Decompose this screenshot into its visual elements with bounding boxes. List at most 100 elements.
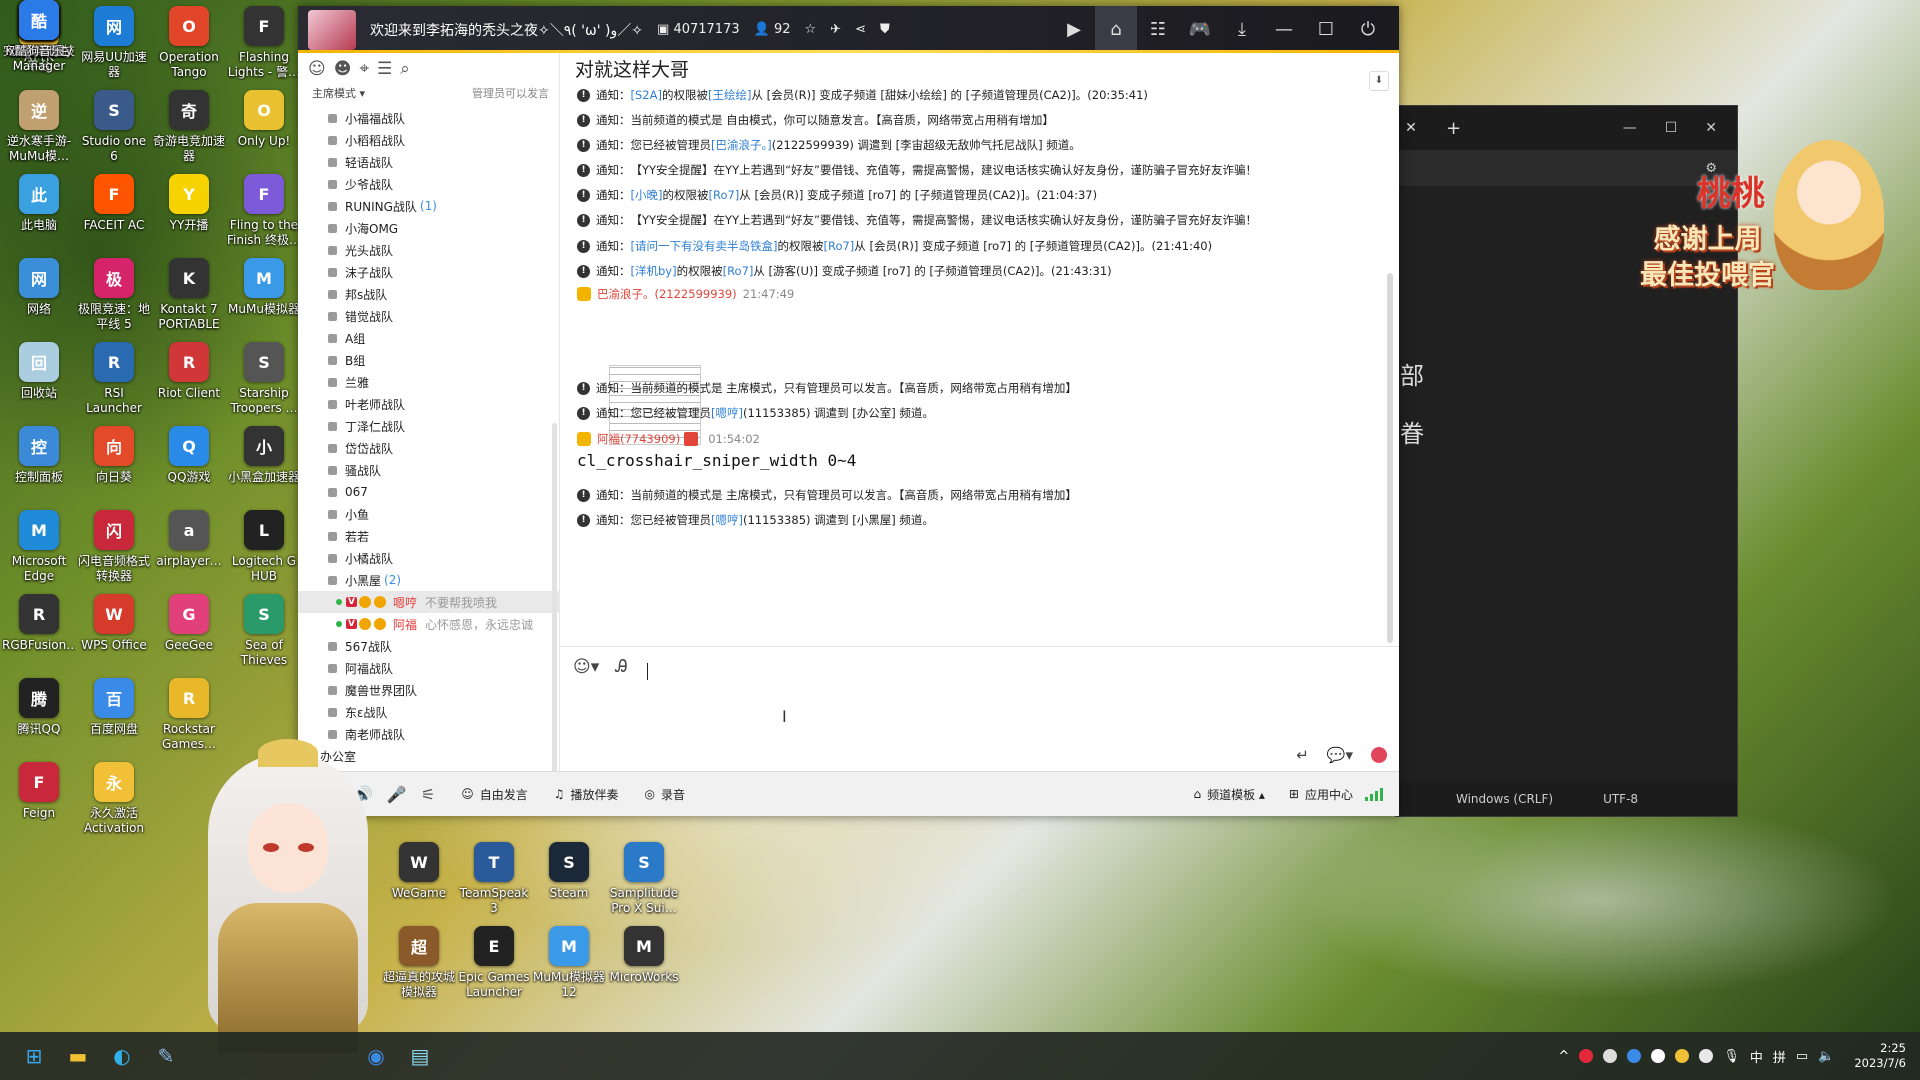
desktop-shortcut[interactable]: E Epic Games Launcher <box>457 926 531 1000</box>
play-music-button[interactable]: ♫ 播放伴奏 <box>554 786 619 803</box>
search-icon[interactable]: ⌕ <box>400 59 410 79</box>
channel-item[interactable]: 小橘战队 <box>298 547 559 569</box>
desktop-shortcut[interactable]: Q QQ游戏 <box>152 426 226 485</box>
desktop-shortcut[interactable]: 百百度网盘 <box>77 678 151 737</box>
channel-item[interactable]: 邦s战队 <box>298 283 559 305</box>
desktop-shortcut[interactable]: 小小黑盒加速器 <box>227 426 301 485</box>
minimize-button[interactable]: — <box>1623 120 1637 136</box>
channel-item[interactable]: 岱岱战队 <box>298 437 559 459</box>
mode-dropdown[interactable]: 主席模式 ▾ <box>312 85 365 107</box>
network-icon[interactable]: ▭ <box>1796 1049 1808 1064</box>
desktop-shortcut[interactable]: R RGBFusion… <box>2 594 76 653</box>
channel-item[interactable]: 轻语战队 <box>298 151 559 173</box>
user-link[interactable]: [请问一下有没有卖半岛铁盒] <box>631 238 778 254</box>
channel-item[interactable]: 错觉战队 <box>298 305 559 327</box>
admin-link[interactable]: [Ro7] <box>823 239 854 253</box>
desktop-shortcut[interactable]: M MicroWorks <box>607 926 681 985</box>
pinned-app-icon[interactable]: ◉ <box>356 1036 396 1076</box>
encoding-status[interactable]: UTF-8 <box>1603 792 1638 806</box>
channel-item[interactable]: 067 <box>298 481 559 503</box>
desktop-shortcut[interactable]: 此此电脑 <box>2 174 76 233</box>
user-icon[interactable]: ☺ <box>308 59 326 79</box>
admin-link[interactable]: [嗯哼] <box>711 405 743 421</box>
desktop-shortcut[interactable]: O Operation Tango <box>152 6 226 80</box>
desktop-shortcut[interactable]: F Flashing Lights - 警… <box>227 6 301 80</box>
admin-link[interactable]: [嗯哼] <box>711 512 743 528</box>
desktop-shortcut[interactable]: 逆逆水寒手游-MuMu模… <box>2 90 76 164</box>
new-tab-button[interactable]: + <box>1446 118 1461 139</box>
desktop-shortcut[interactable]: R Riot Client <box>152 342 226 401</box>
tray-app-icon[interactable] <box>1699 1049 1714 1063</box>
tray-app-icon[interactable] <box>1627 1049 1642 1063</box>
microphone-icon[interactable]: 🎤 <box>387 785 407 804</box>
channel-item[interactable]: 小鱼 <box>298 503 559 525</box>
clock[interactable]: 2:25 2023/7/6 <box>1854 1041 1906 1071</box>
desktop-shortcut[interactable]: 超超逼真的攻城模拟器 <box>382 926 456 1000</box>
message-sender[interactable]: 阿福(7743909) <box>597 431 680 447</box>
star-icon[interactable]: ☆ <box>805 22 817 37</box>
channel-item[interactable]: 小福福战队 <box>298 107 559 129</box>
scroll-to-bottom-button[interactable]: ⬇ <box>1369 71 1389 91</box>
desktop-shortcut[interactable]: 网网易UU加速器 <box>77 6 151 80</box>
download-icon[interactable]: ⤓ <box>1221 19 1263 40</box>
desktop-shortcut[interactable]: F Feign <box>2 762 76 821</box>
channel-logo[interactable] <box>308 9 356 50</box>
message-input-area[interactable]: ☺▾ Ꭿ I ↵ 💬▾ <box>561 646 1399 770</box>
channel-item[interactable]: 小稻稻战队 <box>298 129 559 151</box>
desktop-shortcut[interactable]: W WPS Office <box>77 594 151 653</box>
desktop-shortcut[interactable]: 网网络 <box>2 258 76 317</box>
user-link[interactable]: [洋机by] <box>631 263 677 279</box>
channel-item[interactable]: 兰雅 <box>298 371 559 393</box>
chevron-up-icon[interactable]: ^ <box>1558 1049 1569 1064</box>
channel-item[interactable]: 沫子战队 <box>298 261 559 283</box>
ime-mode-indicator[interactable]: 拼 <box>1773 1047 1786 1066</box>
notepad-icon[interactable]: ▤ <box>400 1036 440 1076</box>
channel-item[interactable]: RUNING战队 (1) <box>298 195 559 217</box>
desktop-shortcut[interactable]: R RSI Launcher <box>77 342 151 416</box>
pinned-app-icon[interactable]: ✎ <box>146 1036 186 1076</box>
tray-app-icon[interactable] <box>1651 1049 1666 1063</box>
enter-send-icon[interactable]: ↵ <box>1296 746 1309 764</box>
desktop-shortcut[interactable]: M MuMu模拟器12 <box>532 926 606 1000</box>
tab-close-icon[interactable]: ✕ <box>1396 120 1426 136</box>
desktop-shortcut[interactable]: T TeamSpeak 3 <box>457 842 531 916</box>
edge-icon[interactable]: ◐ <box>102 1036 142 1076</box>
friends-icon[interactable]: ☻ <box>334 59 352 79</box>
desktop-shortcut[interactable]: S Sea of Thieves <box>227 594 301 668</box>
tray-app-icon[interactable] <box>1675 1049 1690 1063</box>
channel-item[interactable]: 光头战队 <box>298 239 559 261</box>
desktop-shortcut[interactable]: M MuMu模拟器 <box>227 258 301 317</box>
desktop-shortcut[interactable]: 回回收站 <box>2 342 76 401</box>
desktop-shortcut[interactable]: S Samplitude Pro X Sui… <box>607 842 681 916</box>
desktop-shortcut[interactable]: W WeGame <box>382 842 456 901</box>
desktop-shortcut[interactable]: M Microsoft Edge <box>2 510 76 584</box>
channel-item[interactable]: 骚战队 <box>298 459 559 481</box>
user-link[interactable]: [小晚] <box>631 187 663 203</box>
admin-link[interactable]: [王绘绘] <box>708 87 751 103</box>
shield-icon[interactable]: ⛊ <box>880 22 890 37</box>
yy-window[interactable]: 欢迎来到李拓海的秃头之夜✧＼٩( 'ω' )و／✧ ▣ 40717173 👤 9… <box>298 6 1399 816</box>
channel-item[interactable]: 魔兽世界团队 <box>298 679 559 701</box>
channel-item[interactable]: A组 <box>298 327 559 349</box>
ime-language-indicator[interactable]: 中 <box>1750 1047 1763 1066</box>
audio-settings-icon[interactable]: ⚟ <box>421 785 435 804</box>
channel-item[interactable]: 小海OMG <box>298 217 559 239</box>
desktop-shortcut[interactable]: 腾腾讯QQ <box>2 678 76 737</box>
notes-icon[interactable]: ☰ <box>377 59 392 79</box>
desktop-shortcut[interactable]: O Only Up! <box>227 90 301 149</box>
video-icon[interactable]: ▶ <box>1053 19 1095 40</box>
channel-item[interactable]: 叶老师战队 <box>298 393 559 415</box>
tray-app-icon[interactable] <box>1579 1049 1594 1063</box>
channel-item[interactable]: B组 <box>298 349 559 371</box>
microphone-icon[interactable]: 🎙 <box>1723 1049 1740 1064</box>
desktop-shortcut[interactable]: 闪闪电音频格式转换器 <box>77 510 151 584</box>
record-button[interactable]: ◎ 录音 <box>645 786 686 803</box>
start-windows-icon[interactable]: ⊞ <box>14 1036 54 1076</box>
desktop-shortcut[interactable]: 奇奇游电竞加速器 <box>152 90 226 164</box>
channel-item[interactable]: 阿福战队 <box>298 657 559 679</box>
location-icon[interactable]: ⌖ <box>359 59 369 79</box>
channel-item[interactable]: 丁泽仁战队 <box>298 415 559 437</box>
file-explorer-icon[interactable]: ▬ <box>58 1036 98 1076</box>
channel-template-button[interactable]: ⌂ 频道模板 ▴ <box>1193 786 1264 803</box>
list-icon[interactable]: ☷ <box>1137 19 1179 40</box>
